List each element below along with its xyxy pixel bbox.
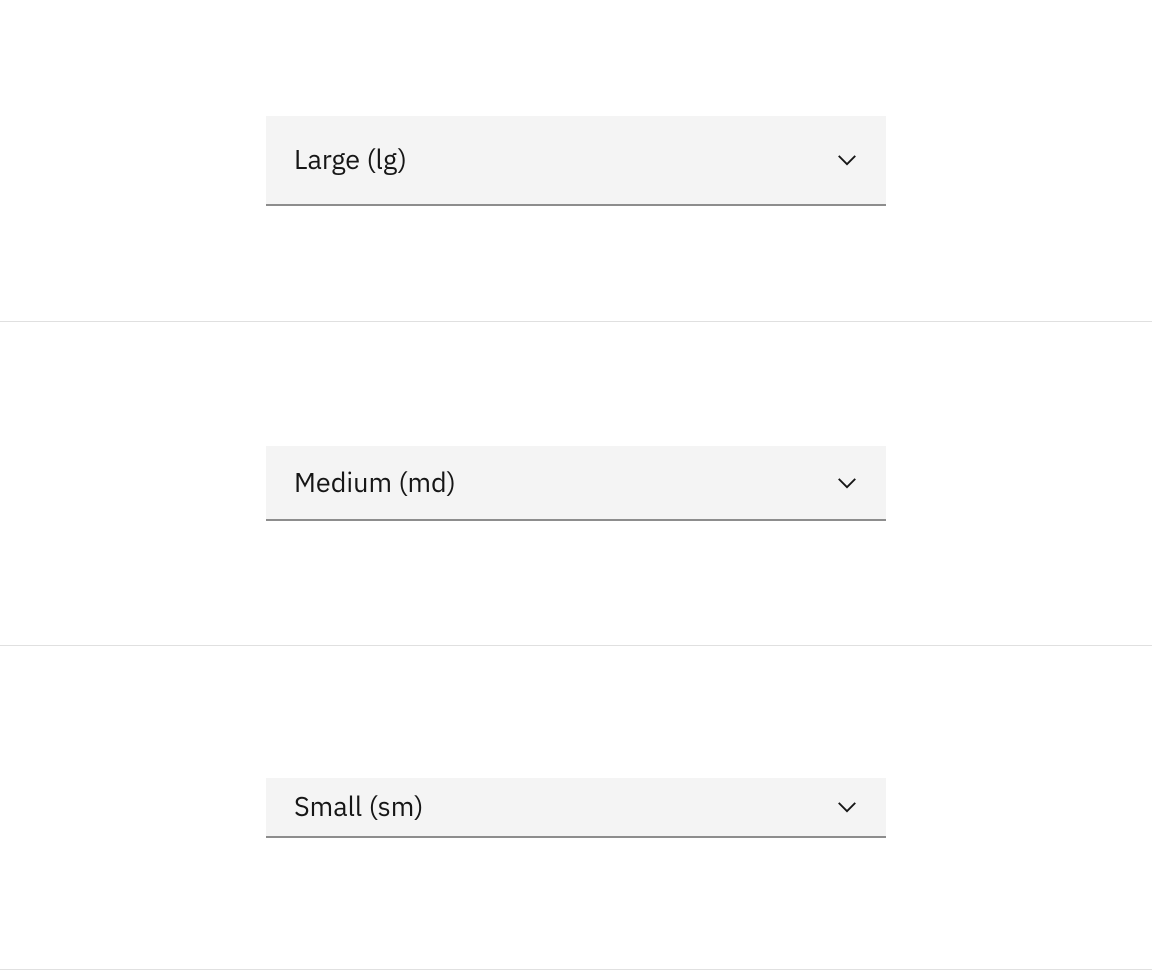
section-small: Small (sm) xyxy=(0,646,1152,970)
dropdown-medium-label: Medium (md) xyxy=(294,465,456,500)
chevron-down-icon xyxy=(836,149,858,171)
dropdown-small[interactable]: Small (sm) xyxy=(266,778,886,838)
chevron-down-icon xyxy=(836,796,858,818)
section-medium: Medium (md) xyxy=(0,322,1152,646)
dropdown-large[interactable]: Large (lg) xyxy=(266,116,886,206)
dropdown-small-label: Small (sm) xyxy=(294,789,423,824)
chevron-down-icon xyxy=(836,472,858,494)
dropdown-medium[interactable]: Medium (md) xyxy=(266,446,886,521)
section-large: Large (lg) xyxy=(0,0,1152,322)
dropdown-large-label: Large (lg) xyxy=(294,142,407,177)
